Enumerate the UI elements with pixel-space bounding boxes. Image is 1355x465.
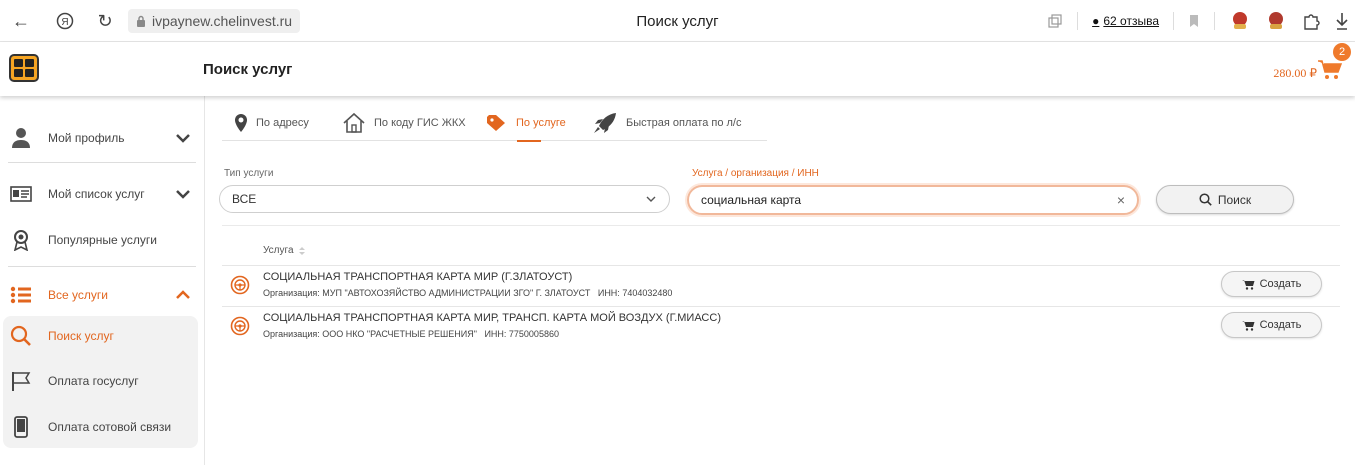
column-header-label: Услуга [263,245,294,256]
search-icon [10,325,31,346]
reload-icon[interactable]: ↻ [90,6,120,36]
tab-by-address[interactable]: По адресу [234,108,309,138]
tab-by-service[interactable]: По услуге [486,108,566,138]
logo[interactable] [9,54,39,82]
create-button-label: Создать [1259,319,1302,331]
divider [1214,12,1215,30]
download-icon[interactable] [1335,11,1349,31]
tag-icon [487,115,505,131]
column-header-service[interactable]: Услуга [263,245,306,256]
service-type-label: Тип услуги [224,168,274,179]
url-text: ivpaynew.chelinvest.ru [152,13,293,29]
sidebar-item-label: Мой список услуг [48,187,145,201]
search-button-label: Поиск [1217,192,1252,207]
table-row: СОЦИАЛЬНАЯ ТРАНСПОРТНАЯ КАРТА МИР (Г.ЗЛА… [222,266,1340,306]
tab-by-gis-code[interactable]: По коду ГИС ЖКХ [342,108,466,138]
sort-icon [298,246,305,255]
organization-text: Организация: МУП "АВТОХОЗЯЙСТВО АДМИНИСТ… [263,288,591,298]
divider [222,225,1340,226]
back-arrow-icon[interactable]: ← [6,6,36,36]
sidebar-item-gov-payments[interactable]: Оплата госуслуг [0,357,200,405]
organization-text: Организация: ООО НКО "РАСЧЕТНЫЕ РЕШЕНИЯ" [263,329,477,339]
user-icon [12,128,30,148]
divider [1077,12,1079,30]
tab-label: По коду ГИС ЖКХ [374,117,466,129]
lock-icon [137,15,145,27]
location-pin-icon [235,114,247,132]
comment-icon: ● [1092,14,1100,28]
rocket-icon [594,113,616,133]
extension-icon[interactable] [1265,10,1287,32]
service-type-select[interactable]: ВСЕ [219,185,670,213]
chevron-down-icon [646,196,656,202]
id-card-icon [10,186,32,202]
table-row: СОЦИАЛЬНАЯ ТРАНСПОРТНАЯ КАРТА МИР, ТРАНС… [222,307,1340,347]
house-icon [343,112,365,133]
sidebar-item-label: Все услуги [48,288,108,302]
service-type-value: ВСЕ [232,192,257,206]
create-button[interactable]: Создать [1221,312,1322,338]
list-icon [10,286,31,304]
sidebar-item-label: Мой профиль [48,131,125,145]
inn-text: ИНН: 7750005860 [484,329,559,339]
app-header: Поиск услуг 280.00 ₽ 2 [0,42,1355,96]
tab-label: По адресу [256,117,309,129]
cart-icon [1241,279,1255,290]
browser-toolbar: ← Я ↻ ivpaynew.chelinvest.ru Поиск услуг… [0,0,1355,42]
award-icon [13,230,29,251]
tab-label: По услуге [516,117,566,129]
service-organization: Организация: ООО НКО "РАСЧЕТНЫЕ РЕШЕНИЯ"… [263,329,559,339]
bookmark-icon[interactable] [1188,14,1200,28]
cart-icon[interactable] [1317,58,1343,80]
search-input[interactable]: социальная карта × [687,185,1139,215]
chevron-down-icon[interactable] [175,130,191,146]
service-organization: Организация: МУП "АВТОХОЗЯЙСТВО АДМИНИСТ… [263,288,672,298]
search-field-label: Услуга / организация / ИНН [692,168,819,179]
reviews-link[interactable]: ● 62 отзыва [1092,14,1159,28]
steering-wheel-icon [230,316,250,336]
svg-text:Я: Я [61,17,68,28]
search-input-value: социальная карта [701,193,802,207]
cart-count-badge: 2 [1333,43,1351,61]
divider [1173,12,1174,30]
sidebar-item-label: Оплата сотовой связи [48,420,172,434]
sidebar-item-label: Поиск услуг [48,329,114,343]
tab-label: Быстрая оплата по л/с [626,117,742,129]
puzzle-icon[interactable] [1301,11,1321,31]
chevron-up-icon[interactable] [175,287,191,303]
sidebar-item-search-services[interactable]: Поиск услуг [0,312,200,360]
create-button[interactable]: Создать [1221,271,1322,297]
divider [8,162,196,163]
sidebar: Мой профиль Мой список услуг Популярные … [0,96,205,465]
divider [8,266,196,267]
steering-wheel-icon [230,275,250,295]
tabs-icon[interactable] [1047,13,1063,29]
search-icon [1199,193,1212,206]
search-tabs: По адресу По коду ГИС ЖКХ По услуге Быст… [222,96,767,141]
clear-icon[interactable]: × [1117,187,1125,213]
cart-total[interactable]: 280.00 ₽ [1273,66,1317,81]
phone-icon [14,416,28,438]
sidebar-item-profile[interactable]: Мой профиль [0,114,200,162]
sidebar-item-popular[interactable]: Популярные услуги [0,216,200,264]
address-bar[interactable]: ivpaynew.chelinvest.ru [128,9,301,33]
reviews-label: 62 отзыва [1103,14,1159,28]
inn-text: ИНН: 7404032480 [597,288,673,298]
extension-icon[interactable] [1229,10,1251,32]
sidebar-item-label: Популярные услуги [48,233,157,247]
sidebar-item-mobile-payments[interactable]: Оплата сотовой связи [0,403,200,451]
page-title: Поиск услуг [203,61,293,78]
sidebar-item-my-services[interactable]: Мой список услуг [0,170,200,218]
chevron-down-icon[interactable] [175,186,191,202]
create-button-label: Создать [1259,278,1302,290]
service-title[interactable]: СОЦИАЛЬНАЯ ТРАНСПОРТНАЯ КАРТА МИР (Г.ЗЛА… [263,271,572,283]
service-title[interactable]: СОЦИАЛЬНАЯ ТРАНСПОРТНАЯ КАРТА МИР, ТРАНС… [263,312,721,324]
sidebar-item-label: Оплата госуслуг [48,374,139,388]
tab-quick-pay[interactable]: Быстрая оплата по л/с [592,108,741,138]
search-button[interactable]: Поиск [1156,185,1294,214]
cart-icon [1241,320,1255,331]
yandex-icon[interactable]: Я [50,6,80,36]
active-tab-indicator [517,140,541,142]
flag-icon [12,372,31,391]
